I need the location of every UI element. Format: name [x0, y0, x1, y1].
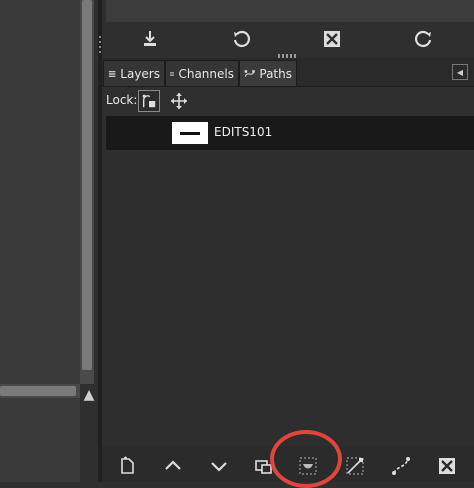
tab-label: Layers	[120, 66, 160, 81]
selection-to-path-button[interactable]	[344, 455, 366, 477]
path-name[interactable]: EDITS101	[214, 125, 272, 139]
chevron-up-icon	[165, 460, 181, 470]
lock-path-strokes-button[interactable]	[138, 90, 160, 112]
move-icon	[171, 93, 187, 109]
list-item[interactable]	[106, 116, 474, 150]
layers-icon	[108, 70, 116, 77]
restore-icon	[415, 30, 432, 47]
horizontal-scrollbar-thumb[interactable]	[0, 386, 76, 396]
chevron-down-icon	[211, 462, 227, 472]
reset-icon	[233, 30, 250, 47]
delete-icon	[439, 458, 455, 474]
vertical-scrollbar-thumb[interactable]	[82, 0, 92, 370]
save-icon	[144, 31, 156, 46]
tab-label: Paths	[259, 66, 292, 81]
triangle-left-icon: ◀	[456, 67, 464, 77]
paths-list	[106, 116, 474, 446]
delete-icon	[324, 31, 340, 47]
tab-layers[interactable]: Layers	[103, 60, 165, 86]
paths-icon	[244, 69, 255, 77]
resize-grip[interactable]	[99, 36, 101, 56]
delete-path-button[interactable]	[436, 455, 458, 477]
reset-button[interactable]	[229, 27, 253, 51]
path-thumbnail[interactable]	[172, 122, 208, 144]
lock-strokes-icon	[142, 94, 156, 108]
lock-position-button[interactable]	[168, 90, 190, 112]
tab-menu-button[interactable]: ◀	[452, 64, 468, 80]
channels-icon	[170, 71, 175, 76]
paint-along-path-button[interactable]	[390, 455, 412, 477]
navigate-icon[interactable]: ▲	[80, 385, 98, 405]
lock-label: Lock:	[106, 93, 138, 107]
selection-to-path-icon	[346, 457, 364, 475]
upper-dock-panel	[106, 0, 474, 22]
delete-button[interactable]	[320, 27, 344, 51]
tab-channels[interactable]: Channels	[165, 60, 239, 86]
raise-path-button[interactable]	[162, 455, 184, 477]
new-path-icon	[121, 456, 134, 474]
tab-paths[interactable]: Paths	[239, 60, 297, 86]
restore-button[interactable]	[412, 27, 436, 51]
thumbnail-mark	[180, 131, 200, 135]
tab-label: Channels	[178, 66, 234, 81]
lower-path-button[interactable]	[208, 455, 230, 477]
canvas-area	[0, 0, 80, 482]
paint-along-path-icon	[392, 457, 410, 475]
new-path-button[interactable]	[116, 455, 138, 477]
highlight-annotation-circle	[270, 430, 342, 488]
save-button[interactable]	[138, 27, 162, 51]
